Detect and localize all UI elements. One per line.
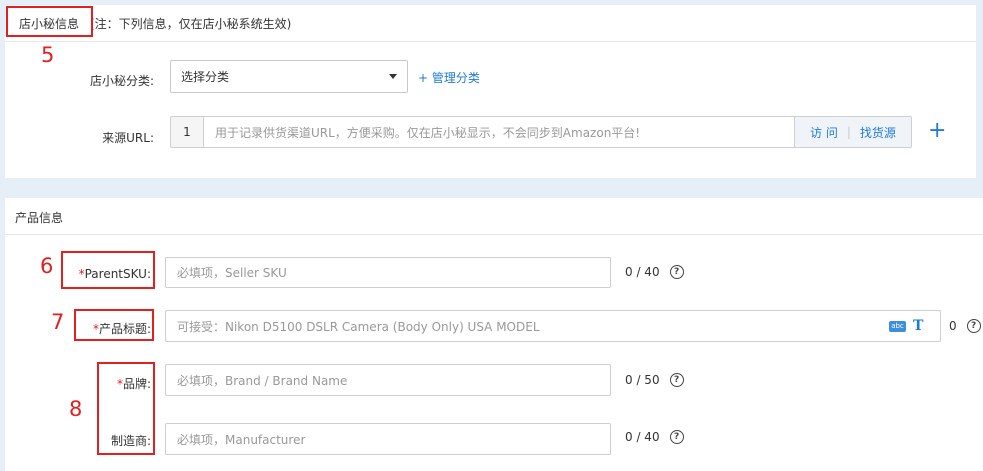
help-icon[interactable]: ? (669, 373, 684, 387)
manufacturer-input[interactable]: 必填项，Manufacturer (165, 423, 611, 455)
category-label: 店小秘分类: (89, 74, 154, 88)
visit-button[interactable]: 访 问 (810, 124, 838, 141)
find-source-button[interactable]: 找货源 (860, 124, 896, 141)
annotation-box-5 (6, 6, 93, 37)
product-title-input[interactable]: 可接受：Nikon D5100 DSLR Camera (Body Only) … (165, 310, 941, 342)
source-url-input[interactable]: 用于记录供货渠道URL，方便采购。仅在店小秘显示，不会同步到Amazon平台! (203, 116, 795, 148)
parent-sku-count: 0 / 40 (625, 265, 660, 279)
store-info-panel: 店小秘信息 (注：下列信息，仅在店小秘系统生效) 店小秘分类: 选择分类 + 管… (5, 5, 976, 178)
category-select-value: 选择分类 (181, 70, 230, 84)
brand-counter: 0 / 50 ? (625, 373, 684, 387)
add-url-icon[interactable]: + (928, 120, 946, 142)
annotation-box-7 (74, 309, 154, 341)
product-section-title: 产品信息 (15, 211, 64, 225)
action-separator: | (846, 125, 851, 139)
product-title-counter: 0 ? (949, 319, 981, 333)
category-select[interactable]: 选择分类 (170, 60, 408, 93)
help-icon[interactable]: ? (669, 430, 684, 444)
chevron-down-icon (389, 74, 397, 79)
title-tools: abc T (889, 318, 923, 334)
source-url-label: 来源URL: (102, 131, 154, 145)
divider (5, 234, 983, 235)
source-url-actions: 访 问 | 找货源 (795, 116, 912, 148)
annotation-number-5: 5 (41, 43, 55, 67)
store-section-note: (注：下列信息，仅在店小秘系统生效) (90, 17, 292, 31)
annotation-number-8: 8 (69, 397, 83, 421)
divider (5, 41, 976, 42)
product-title-count: 0 (949, 319, 957, 333)
brand-input[interactable]: 必填项，Brand / Brand Name (165, 364, 611, 396)
manufacturer-counter: 0 / 40 ? (625, 430, 684, 444)
help-icon[interactable]: ? (669, 265, 684, 279)
help-icon[interactable]: ? (966, 319, 981, 333)
brand-count: 0 / 50 (625, 373, 660, 387)
spellcheck-icon[interactable]: abc (889, 320, 906, 332)
annotation-number-7: 7 (51, 310, 65, 334)
annotation-box-6 (61, 251, 155, 289)
text-format-icon[interactable]: T (913, 318, 923, 334)
annotation-box-8 (97, 362, 155, 455)
manage-category-link[interactable]: + 管理分类 (418, 69, 480, 86)
annotation-number-6: 6 (40, 254, 54, 278)
manufacturer-count: 0 / 40 (625, 430, 660, 444)
parent-sku-input[interactable]: 必填项，Seller SKU (165, 257, 611, 288)
source-url-group: 1 用于记录供货渠道URL，方便采购。仅在店小秘显示，不会同步到Amazon平台… (170, 116, 912, 148)
source-url-index: 1 (170, 116, 203, 148)
parent-sku-counter: 0 / 40 ? (625, 265, 684, 279)
